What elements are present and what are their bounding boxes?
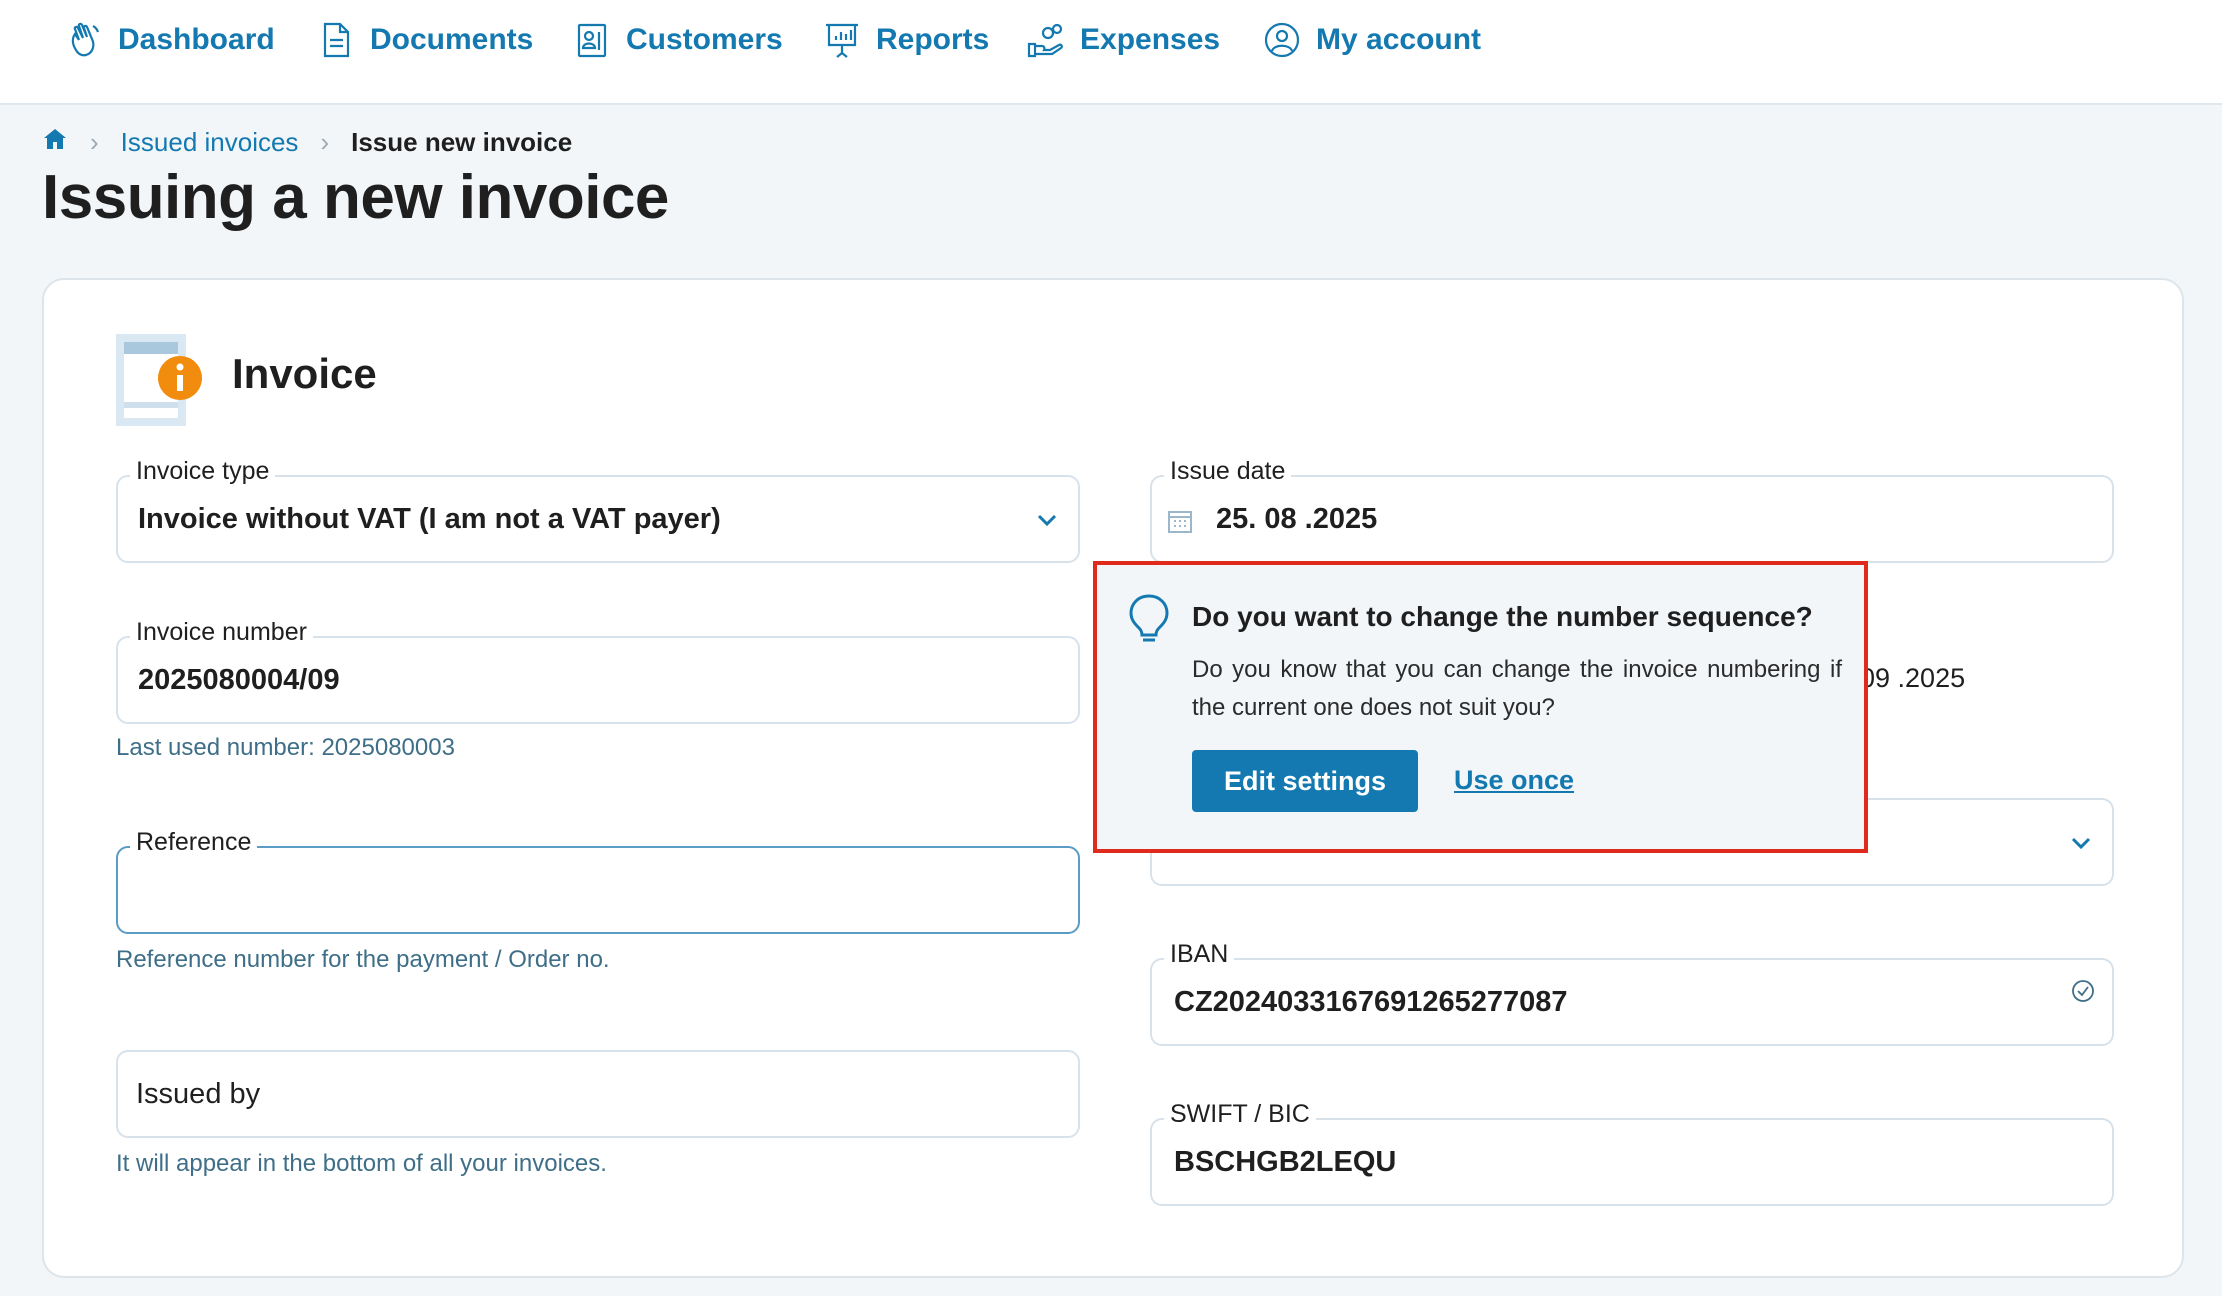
iban-value: CZ2024033167691265277087	[1174, 986, 1568, 1018]
swift-value: BSCHGB2LEQU	[1174, 1146, 1397, 1178]
user-circle-icon	[1264, 22, 1300, 58]
reference-helper: Reference number for the payment / Order…	[116, 946, 610, 973]
page-title: Issuing a new invoice	[42, 163, 669, 232]
hand-coins-icon	[1027, 23, 1063, 58]
check-circle-icon	[2072, 980, 2094, 1002]
nav-documents[interactable]: Documents	[316, 18, 533, 62]
calendar-icon	[1168, 511, 1192, 533]
nav-expenses[interactable]: Expenses	[1026, 18, 1220, 62]
invoice-type-label: Invoice type	[130, 457, 276, 486]
nav-customers[interactable]: Customers	[572, 18, 783, 62]
nav-dashboard[interactable]: Dashboard	[64, 18, 275, 62]
issue-date-label: Issue date	[1164, 457, 1292, 486]
invoice-info-icon	[116, 334, 202, 426]
iban-field[interactable]: IBAN CZ2024033167691265277087	[1150, 940, 2114, 1046]
invoice-number-helper: Last used number: 2025080003	[116, 734, 455, 761]
hand-wave-icon	[71, 22, 100, 57]
nav-reports-label: Reports	[876, 23, 990, 56]
invoice-number-label: Invoice number	[130, 618, 313, 647]
issue-date-value: 25. 08 .2025	[1216, 503, 1378, 535]
swift-field[interactable]: SWIFT / BIC BSCHGB2LEQU	[1150, 1100, 2114, 1206]
iban-label: IBAN	[1164, 940, 1235, 969]
nav-my-account[interactable]: My account	[1262, 18, 1481, 62]
invoice-type-select[interactable]: Invoice type Invoice without VAT (I am n…	[116, 457, 1080, 563]
nav-expenses-label: Expenses	[1080, 23, 1221, 56]
nav-reports[interactable]: Reports	[822, 18, 989, 62]
top-navigation: Dashboard Documents Customers Reports Ex…	[0, 0, 2222, 105]
home-icon[interactable]	[42, 126, 68, 159]
nav-dashboard-label: Dashboard	[118, 23, 275, 56]
breadcrumb-separator-icon: ›	[320, 126, 330, 157]
breadcrumb-current: Issue new invoice	[351, 126, 573, 157]
use-once-link[interactable]: Use once	[1454, 765, 1574, 796]
breadcrumb-separator-icon: ›	[90, 126, 99, 157]
document-icon	[323, 22, 350, 58]
popover-title: Do you want to change the number sequenc…	[1192, 601, 1813, 632]
invoice-number-field[interactable]: Invoice number 2025080004/09	[116, 618, 1080, 724]
swift-label: SWIFT / BIC	[1164, 1100, 1316, 1129]
presentation-chart-icon	[826, 23, 858, 58]
popover-text: Do you know that you can change the invo…	[1192, 656, 1842, 721]
issue-date-field[interactable]: Issue date 25. 08 .2025	[1150, 457, 2114, 563]
edit-settings-button[interactable]: Edit settings	[1192, 750, 1418, 812]
invoice-number-value: 2025080004/09	[138, 664, 340, 696]
reference-field[interactable]: Reference	[116, 828, 1080, 934]
due-date-partial-value: 09 .2025	[1860, 663, 1966, 693]
chevron-down-icon[interactable]	[1034, 507, 1060, 538]
breadcrumb-issued-invoices[interactable]: Issued invoices	[121, 127, 299, 158]
lightbulb-icon	[1129, 594, 1169, 642]
nav-customers-label: Customers	[626, 23, 783, 56]
nav-my-account-label: My account	[1316, 23, 1482, 56]
issued-by-placeholder: Issued by	[136, 1078, 261, 1110]
breadcrumb: › Issued invoices › Issue new invoice	[42, 124, 572, 160]
issued-by-helper: It will appear in the bottom of all your…	[116, 1150, 607, 1177]
reference-label: Reference	[130, 828, 258, 857]
number-sequence-popover: Do you want to change the number sequenc…	[1093, 561, 1868, 853]
nav-documents-label: Documents	[370, 23, 534, 56]
invoice-type-value: Invoice without VAT (I am not a VAT paye…	[138, 503, 721, 535]
contact-card-icon	[577, 23, 607, 58]
card-title: Invoice	[232, 350, 377, 397]
chevron-down-icon[interactable]	[2068, 830, 2094, 861]
issued-by-field[interactable]: Issued by	[116, 1050, 1080, 1138]
